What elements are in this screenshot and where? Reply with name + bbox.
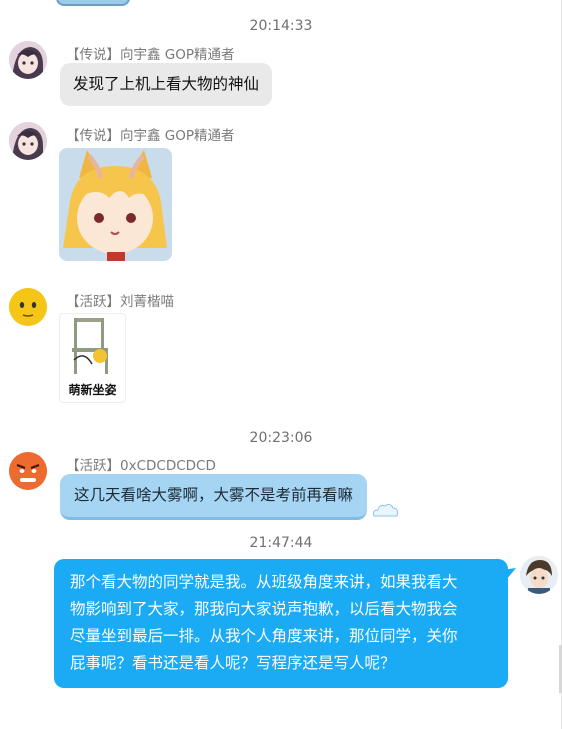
previous-message-fragment — [56, 0, 130, 6]
message-line: 尽量坐到最后一排。从我个人角度来讲，那位同学，关你 — [70, 627, 458, 646]
message-line: 那个看大物的同学就是我。从班级角度来讲，如果我看大 — [70, 573, 458, 591]
angry-face-avatar[interactable] — [9, 452, 47, 490]
chair-sticker[interactable]: 萌新坐姿 — [59, 313, 126, 403]
timestamp: 21:47:44 — [249, 535, 313, 551]
message-bubble[interactable]: 这几天看啥大雾啊，大雾不是考前再看嘛 — [60, 474, 368, 520]
sender-name[interactable]: 【活跃】0xCDCDCDCD — [66, 454, 216, 474]
timestamp: 20:23:06 — [249, 430, 313, 446]
anime-fox-girl-image[interactable] — [59, 148, 172, 261]
bubble-tail-icon — [502, 568, 516, 580]
message-line: 屁事呢？看书还是看人呢？写程序还是写人呢？ — [70, 654, 396, 673]
message-bubble[interactable]: 发现了上机上看大物的神仙 — [60, 63, 273, 106]
anime-girl-avatar[interactable] — [9, 122, 47, 160]
sticker-caption: 萌新坐姿 — [68, 383, 117, 397]
sender-name[interactable]: 【活跃】刘菁楷喵 — [66, 290, 174, 310]
message-bubble[interactable]: 那个看大物的同学就是我。从班级角度来讲，如果我看大 物影响到了大家，那我向大家说… — [54, 559, 508, 688]
anime-girl-avatar[interactable] — [9, 41, 47, 79]
anime-boy-avatar[interactable] — [520, 556, 558, 594]
message-line: 物影响到了大家，那我向大家说声抱歉，以后看大物我会 — [70, 600, 458, 619]
timestamp: 20:14:33 — [249, 18, 313, 34]
sender-name[interactable]: 【传说】向宇鑫 GOP精通者 — [66, 124, 235, 144]
emoji-face-avatar[interactable] — [9, 288, 47, 326]
sender-name[interactable]: 【传说】向宇鑫 GOP精通者 — [66, 43, 235, 63]
cloud-decoration-icon — [373, 503, 398, 517]
